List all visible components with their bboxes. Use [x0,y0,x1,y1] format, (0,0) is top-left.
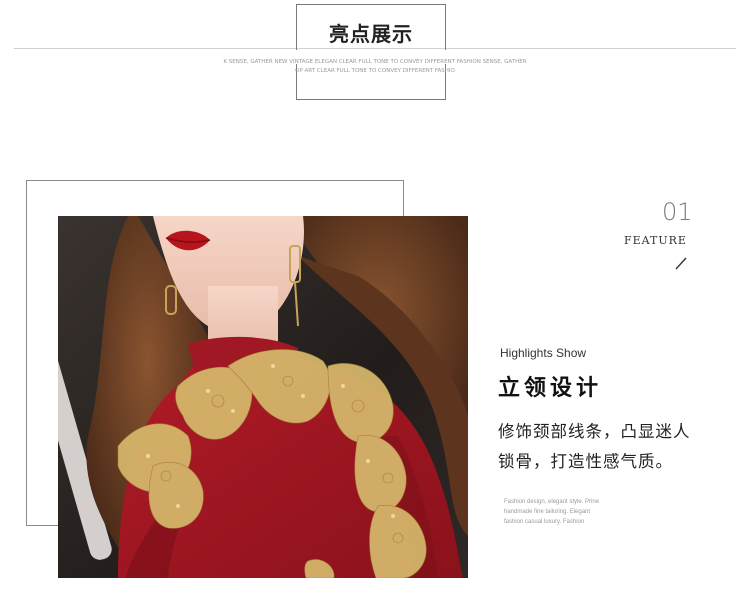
highlight-description-line2: 锁骨，打造性感气质。 [498,452,673,471]
feature-label: FEATURE [624,234,687,247]
fine-print-line1: Fashion design, elegant style. Prine [504,499,600,505]
feature-number: 01 [662,198,693,226]
section-title: 亮点展示 [329,22,413,46]
highlight-title: 立领设计 [498,376,603,401]
header-subtitle-line1: K SENSE, GATHER NEW VINTAGE ELEGAN CLEAR… [223,59,527,65]
fine-print-line2: handmade fine tailoring. Elegant [504,509,591,515]
product-photo [58,216,468,578]
header-subtitle-line2: OP ART CLEAR FULL TONE TO CONVEY DIFFERE… [295,68,455,74]
slash-icon [675,257,687,270]
highlights-label: Highlights Show [500,346,587,360]
highlight-description-line1: 修饰颈部线条，凸显迷人 [498,422,691,441]
fine-print-line3: fashion casual luxury. Fashion [504,519,585,525]
